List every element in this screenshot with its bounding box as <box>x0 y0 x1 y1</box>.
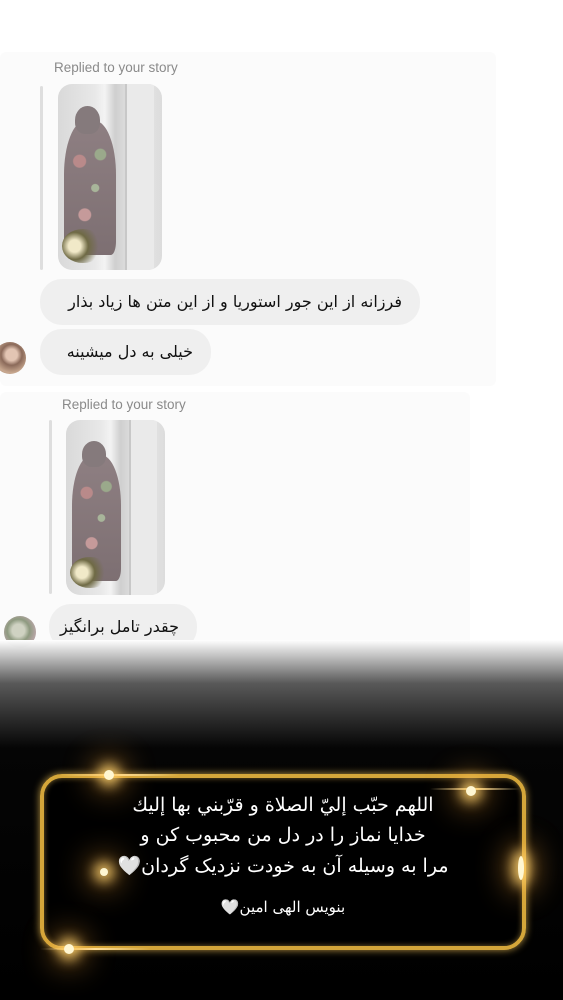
light-flare <box>40 948 150 950</box>
sparkle <box>104 770 114 780</box>
light-flare <box>60 774 180 776</box>
story-wall <box>129 420 158 595</box>
story-thumbnail[interactable] <box>66 420 165 595</box>
message-bubble[interactable]: خیلی به دل میشینه <box>40 329 211 375</box>
replied-to-story-label: Replied to your story <box>54 60 178 75</box>
prayer-line-3: مرا به وسیله آن به خودت نزدیک گردان🤍 <box>117 855 449 877</box>
reply-quote-bar <box>40 86 43 270</box>
sparkle <box>64 944 74 954</box>
prayer-line-1: اللهم حبّب إليّ الصلاة و قرّبني بها إليك <box>132 794 434 816</box>
story-flowers <box>69 556 110 588</box>
replied-to-story-label: Replied to your story <box>62 397 186 412</box>
story-thumbnail[interactable] <box>58 84 162 270</box>
prayer-signature: بنویس الهی امین🤍 <box>220 898 346 916</box>
story-flowers <box>62 229 104 263</box>
story-wall <box>124 84 154 270</box>
message-bubble[interactable]: فرزانه از این جور استوریا و از این متن ه… <box>40 279 420 325</box>
sparkle <box>518 856 524 880</box>
reply-quote-bar <box>49 420 52 594</box>
story-figure-head <box>74 106 100 135</box>
prayer-line-2: خدایا نماز را در دل من محبوب کن و <box>140 824 426 846</box>
story-figure-head <box>81 441 106 468</box>
